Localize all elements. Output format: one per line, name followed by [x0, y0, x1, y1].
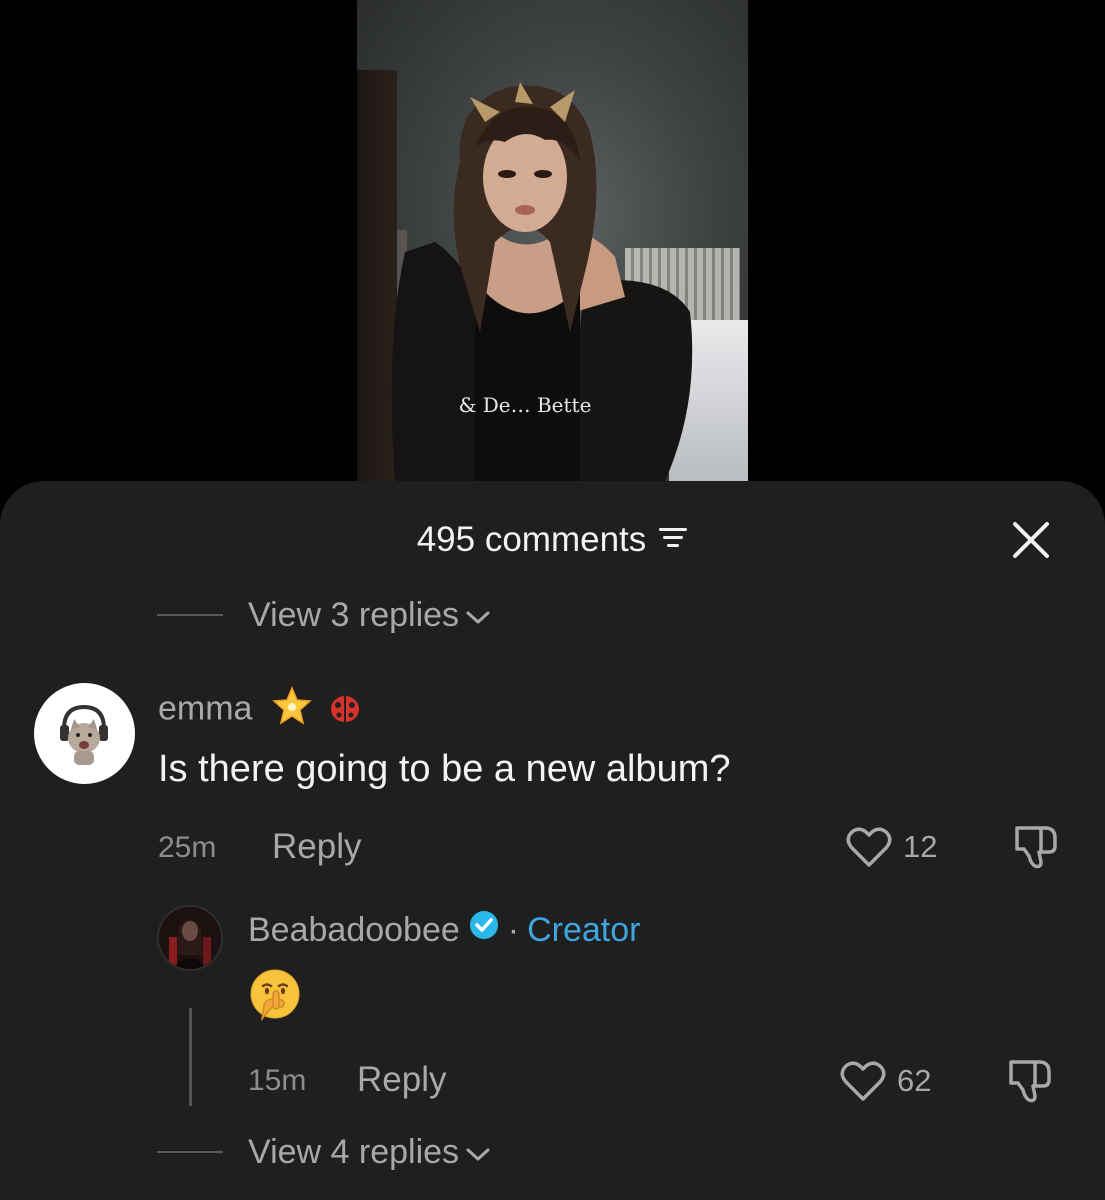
thumbs-down-icon: [1015, 826, 1057, 869]
comment-text: Is there going to be a new album?: [158, 748, 731, 790]
video-person: & De… Bette: [391, 82, 693, 481]
video-player[interactable]: & De… Bette: [0, 0, 1105, 481]
comment-username-text: emma: [158, 689, 253, 728]
comment-timestamp: 25m: [158, 831, 217, 864]
reply-timestamp: 15m: [248, 1064, 307, 1097]
comment-dislike-button[interactable]: [1011, 824, 1059, 870]
comments-count[interactable]: 495 comments: [0, 518, 1105, 562]
cat-headphones-avatar-icon: [60, 704, 108, 765]
creator-separator: ·: [507, 911, 520, 949]
video-shirt-text: & De… Bette: [459, 393, 592, 417]
reply-text-emoji: [248, 967, 302, 1034]
video-frame[interactable]: & De… Bette: [357, 0, 748, 481]
verified-badge-icon: [468, 908, 500, 952]
avatar[interactable]: [157, 905, 223, 971]
reply-like-button[interactable]: 62: [839, 1058, 931, 1104]
creator-badge-label: Creator: [527, 911, 641, 949]
star-emoji-icon: [272, 685, 312, 736]
view-replies-label: View 3 replies: [248, 595, 460, 634]
reply-username-text: Beabadoobee: [248, 911, 460, 949]
thumbs-down-icon: [1009, 1060, 1051, 1103]
reply-dislike-button[interactable]: [1005, 1058, 1053, 1104]
reply-reply-button[interactable]: Reply: [357, 1060, 446, 1100]
comment-like-button[interactable]: 12: [845, 824, 937, 870]
comments-sheet: 495 comments View 3 replies emma Is ther…: [0, 481, 1105, 1200]
avatar[interactable]: [34, 683, 135, 784]
heart-icon: [840, 1061, 886, 1101]
reply-like-count: 62: [897, 1063, 932, 1098]
comment-like-count: 12: [903, 829, 938, 864]
view-more-replies-button[interactable]: View 4 replies: [157, 1130, 491, 1174]
comment-reply-button[interactable]: Reply: [272, 827, 361, 867]
view-replies-button[interactable]: View 3 replies: [157, 593, 491, 637]
close-x-icon: [1013, 522, 1049, 558]
creator-avatar-icon: [159, 907, 221, 969]
comments-header: 495 comments: [0, 518, 1105, 562]
chevron-down-icon: [466, 611, 490, 624]
comment-username[interactable]: emma: [158, 685, 365, 736]
shushing-face-emoji-icon: [250, 969, 300, 1022]
thread-line: [189, 1008, 192, 1106]
chevron-down-icon: [466, 1148, 490, 1161]
heart-icon: [846, 827, 892, 867]
sort-lines-icon[interactable]: [658, 518, 688, 562]
replies-divider-line: [157, 614, 223, 616]
close-button[interactable]: [1008, 520, 1054, 560]
reply-username[interactable]: Beabadoobee · Creator: [248, 908, 640, 952]
ladybug-emoji-icon: [325, 685, 365, 736]
view-more-replies-label: View 4 replies: [248, 1132, 460, 1171]
comments-count-label: 495 comments: [416, 520, 647, 559]
replies-divider-line: [157, 1151, 223, 1153]
